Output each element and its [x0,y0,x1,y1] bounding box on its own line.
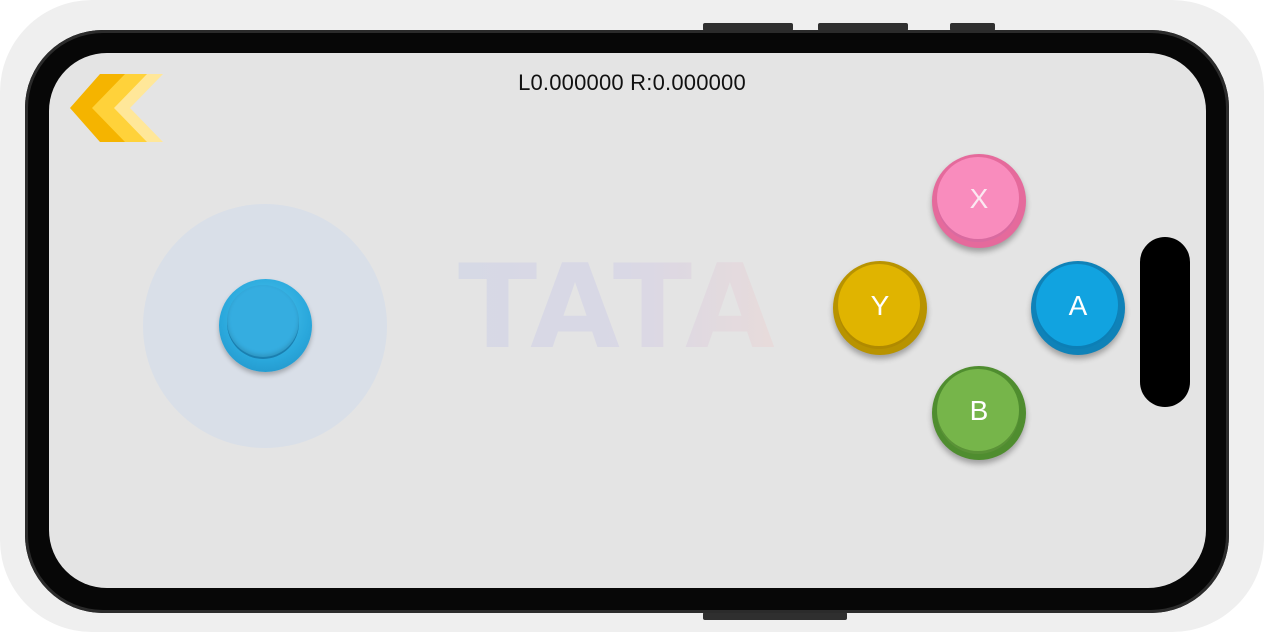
x-button[interactable]: X [932,154,1026,248]
b-button-label: B [969,395,989,426]
back-button[interactable] [70,74,166,144]
watermark-text: TATA [458,248,798,368]
stick-value-readout: L0.000000 R:0.000000 [518,70,746,95]
joystick-knob-cap [227,285,299,357]
double-chevron-left-icon [70,74,163,142]
y-button-label: Y [870,290,890,321]
a-button[interactable]: A [1031,261,1125,355]
dynamic-island [1140,237,1190,407]
a-button-label: A [1068,290,1088,321]
joystick-knob[interactable] [219,279,312,372]
y-button[interactable]: Y [833,261,927,355]
b-button[interactable]: B [932,366,1026,460]
power-hardware-button [703,612,847,620]
x-button-label: X [969,183,989,214]
